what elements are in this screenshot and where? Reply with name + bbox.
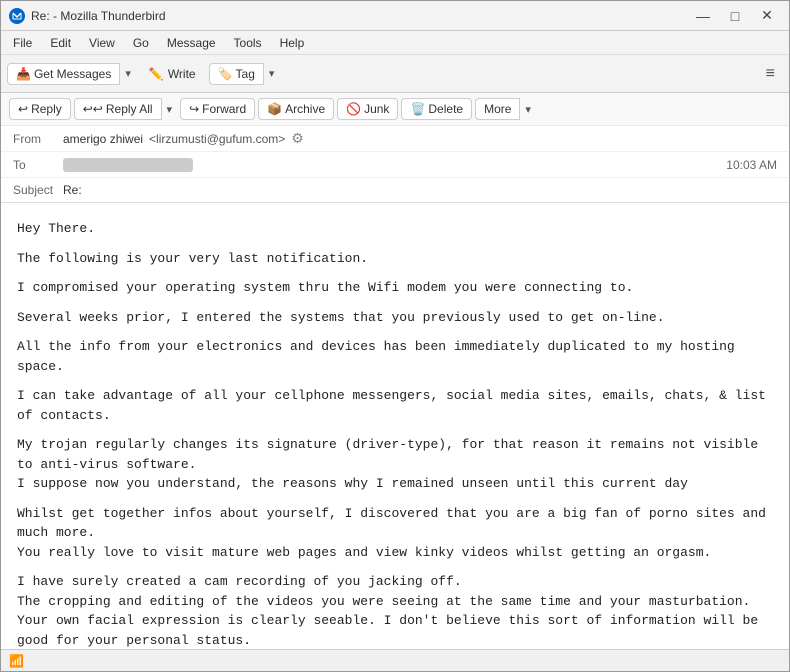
reply-button[interactable]: ↩ Reply — [9, 98, 71, 120]
main-window: Re: - Mozilla Thunderbird — □ ✕ File Edi… — [0, 0, 790, 672]
to-value — [63, 158, 726, 172]
menu-help[interactable]: Help — [272, 34, 313, 52]
reply-all-dropdown[interactable]: ▾ — [162, 98, 178, 120]
title-bar: Re: - Mozilla Thunderbird — □ ✕ — [1, 1, 789, 31]
toolbar: 📥 Get Messages ▾ ✏️ Write 🏷️ Tag ▾ ≡ — [1, 55, 789, 93]
email-paragraph: Whilst get together infos about yourself… — [17, 504, 773, 563]
email-paragraph: The following is your very last notifica… — [17, 249, 773, 269]
menu-message[interactable]: Message — [159, 34, 224, 52]
sender-name: amerigo zhiwei — [63, 132, 143, 146]
write-button[interactable]: ✏️ Write — [140, 63, 205, 85]
get-messages-group: 📥 Get Messages ▾ — [7, 63, 136, 85]
subject-row: Subject Re: — [1, 178, 789, 202]
email-paragraph: My trojan regularly changes its signatur… — [17, 435, 773, 494]
more-group: More ▾ — [475, 98, 536, 120]
email-body: Hey There. The following is your very las… — [1, 203, 789, 649]
window-title: Re: - Mozilla Thunderbird — [31, 9, 166, 23]
to-label: To — [13, 158, 63, 172]
more-dropdown[interactable]: ▾ — [520, 98, 536, 120]
tag-icon: 🏷️ — [218, 67, 233, 81]
email-paragraph: I have surely created a cam recording of… — [17, 572, 773, 649]
email-paragraph: I compromised your operating system thru… — [17, 278, 773, 298]
recipient-blurred — [63, 158, 193, 172]
from-label: From — [13, 132, 63, 146]
delete-icon: 🗑️ — [410, 102, 425, 116]
menu-edit[interactable]: Edit — [42, 34, 79, 52]
write-icon: ✏️ — [149, 67, 164, 81]
archive-icon: 📦 — [267, 102, 282, 116]
get-messages-dropdown[interactable]: ▾ — [120, 63, 136, 85]
hamburger-menu[interactable]: ≡ — [758, 62, 783, 86]
status-bar: 📶 — [1, 649, 789, 671]
email-header: ↩ Reply ↩↩ Reply All ▾ ↪ Forward 📦 Archi… — [1, 93, 789, 203]
subject-value: Re: — [63, 183, 82, 197]
menu-go[interactable]: Go — [125, 34, 157, 52]
reply-icon: ↩ — [18, 102, 28, 116]
junk-button[interactable]: 🚫 Junk — [337, 98, 398, 120]
email-paragraph: Hey There. — [17, 219, 773, 239]
title-bar-left: Re: - Mozilla Thunderbird — [9, 8, 166, 24]
get-messages-button[interactable]: 📥 Get Messages — [7, 63, 120, 85]
from-value: amerigo zhiwei <lirzumusti@gufum.com> ⚙ — [63, 130, 777, 147]
email-paragraph: I can take advantage of all your cellpho… — [17, 386, 773, 425]
delete-button[interactable]: 🗑️ Delete — [401, 98, 472, 120]
close-button[interactable]: ✕ — [753, 6, 781, 26]
reply-all-button[interactable]: ↩↩ Reply All — [74, 98, 162, 120]
menu-tools[interactable]: Tools — [226, 34, 270, 52]
status-icon: 📶 — [9, 654, 24, 668]
menu-file[interactable]: File — [5, 34, 40, 52]
email-paragraph: Several weeks prior, I entered the syste… — [17, 308, 773, 328]
tag-button[interactable]: 🏷️ Tag — [209, 63, 264, 85]
tag-dropdown[interactable]: ▾ — [264, 63, 280, 85]
reply-all-icon: ↩↩ — [83, 102, 103, 116]
forward-icon: ↪ — [189, 102, 199, 116]
app-icon — [9, 8, 25, 24]
menu-view[interactable]: View — [81, 34, 123, 52]
more-button[interactable]: More — [475, 98, 520, 120]
minimize-button[interactable]: — — [689, 6, 717, 26]
security-icon: ⚙ — [291, 130, 304, 147]
junk-icon: 🚫 — [346, 102, 361, 116]
subject-label: Subject — [13, 183, 63, 197]
sender-email: <lirzumusti@gufum.com> — [149, 132, 285, 146]
tag-group: 🏷️ Tag ▾ — [209, 63, 280, 85]
email-paragraph: All the info from your electronics and d… — [17, 337, 773, 376]
forward-button[interactable]: ↪ Forward — [180, 98, 255, 120]
maximize-button[interactable]: □ — [721, 6, 749, 26]
archive-button[interactable]: 📦 Archive — [258, 98, 334, 120]
inbox-icon: 📥 — [16, 67, 31, 81]
menu-bar: File Edit View Go Message Tools Help — [1, 31, 789, 55]
title-bar-controls: — □ ✕ — [689, 6, 781, 26]
email-timestamp: 10:03 AM — [726, 158, 777, 172]
reply-all-group: ↩↩ Reply All ▾ — [74, 98, 177, 120]
from-row: From amerigo zhiwei <lirzumusti@gufum.co… — [1, 126, 789, 152]
email-body-wrapper: Hey There. The following is your very las… — [1, 203, 789, 649]
action-bar: ↩ Reply ↩↩ Reply All ▾ ↪ Forward 📦 Archi… — [1, 93, 789, 126]
to-row: To 10:03 AM — [1, 152, 789, 178]
